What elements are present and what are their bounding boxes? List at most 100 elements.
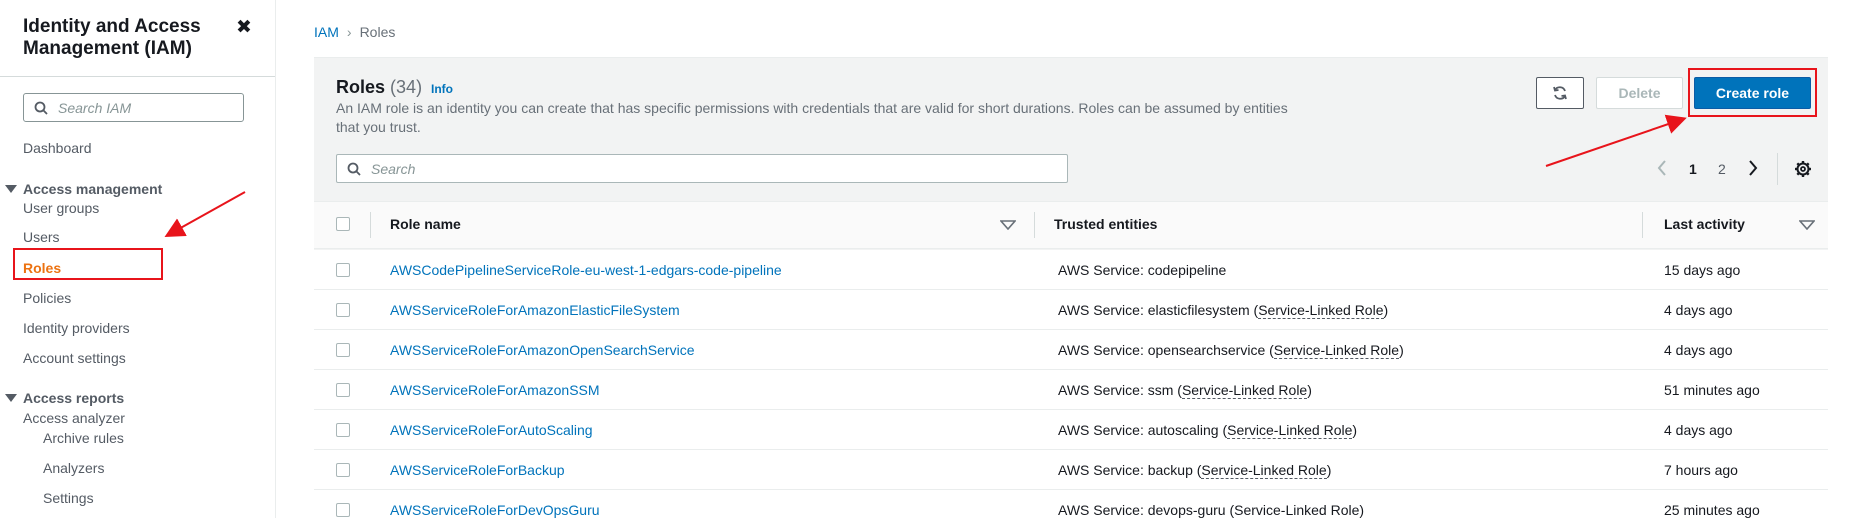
table-row: AWSServiceRoleForAmazonOpenSearchService… — [314, 330, 1828, 370]
annotation-box-roles — [13, 248, 163, 280]
role-name-link[interactable]: AWSServiceRoleForAmazonSSM — [390, 382, 600, 398]
roles-title: Roles (34) — [336, 77, 422, 98]
trust-suffix: ) — [1307, 382, 1312, 398]
column-header-trusted-entities[interactable]: Trusted entities — [1054, 216, 1157, 232]
trust-text: AWS Service: opensearchservice ( — [1058, 342, 1274, 358]
row-checkbox[interactable] — [336, 463, 350, 477]
trust-text: AWS Service: codepipeline — [1058, 262, 1227, 278]
table-row: AWSServiceRoleForAmazonSSM AWS Service: … — [314, 370, 1828, 410]
table-row: AWSServiceRoleForAmazonElasticFileSystem… — [314, 290, 1828, 330]
last-activity: 4 days ago — [1664, 302, 1733, 318]
column-divider — [1642, 212, 1643, 238]
sidebar-title: Identity and Access Management (IAM) — [23, 16, 201, 59]
search-icon — [34, 101, 48, 115]
sidebar-section-access-management[interactable]: Access management — [5, 181, 162, 197]
column-header-role-name[interactable]: Role name — [390, 216, 461, 232]
sort-caret-icon[interactable] — [1799, 220, 1815, 230]
row-checkbox[interactable] — [336, 503, 350, 517]
sidebar-divider — [0, 76, 275, 77]
table-search — [336, 154, 1068, 183]
sidebar-item-archive-rules[interactable]: Archive rules — [43, 430, 124, 446]
sidebar-search-input[interactable] — [58, 98, 238, 118]
breadcrumb-iam-link[interactable]: IAM — [314, 24, 339, 40]
refresh-button[interactable] — [1536, 77, 1584, 109]
sidebar-item-policies[interactable]: Policies — [23, 290, 71, 306]
column-header-last-activity[interactable]: Last activity — [1664, 216, 1745, 232]
breadcrumb-current: Roles — [359, 24, 396, 40]
table-row: AWSCodePipelineServiceRole-eu-west-1-edg… — [314, 250, 1828, 290]
trusted-entity: AWS Service: opensearchservice (Service-… — [1058, 342, 1404, 359]
row-checkbox[interactable] — [336, 303, 350, 317]
sidebar-item-dashboard[interactable]: Dashboard — [23, 140, 92, 156]
table-search-input[interactable] — [371, 159, 1051, 179]
page-2[interactable]: 2 — [1718, 161, 1726, 177]
pager-divider — [1777, 153, 1778, 185]
service-linked-role-tooltip[interactable]: Service-Linked Role — [1258, 302, 1384, 319]
sidebar-item-account-settings[interactable]: Account settings — [23, 350, 126, 366]
sidebar-section-label: Access reports — [23, 390, 125, 406]
roles-count: (34) — [390, 77, 423, 97]
row-checkbox[interactable] — [336, 383, 350, 397]
sidebar-item-user-groups[interactable]: User groups — [23, 200, 99, 216]
chevron-right-icon[interactable] — [1747, 158, 1759, 178]
page-1[interactable]: 1 — [1689, 161, 1697, 177]
table-row: AWSServiceRoleForAutoScaling AWS Service… — [314, 410, 1828, 450]
last-activity: 25 minutes ago — [1664, 502, 1760, 518]
service-linked-role-tooltip[interactable]: Service-Linked Role — [1273, 342, 1400, 359]
service-linked-role-tooltip[interactable]: Service-Linked Role — [1227, 422, 1353, 439]
column-divider — [1034, 212, 1035, 238]
search-icon — [347, 162, 361, 176]
trust-text: AWS Service: backup ( — [1058, 462, 1202, 478]
sidebar-section-access-reports[interactable]: Access reports — [5, 390, 124, 406]
row-checkbox[interactable] — [336, 263, 350, 277]
last-activity: 15 days ago — [1664, 262, 1741, 278]
annotation-box-create-role — [1688, 68, 1817, 117]
trust-suffix: ) — [1399, 342, 1404, 358]
table-body: AWSCodePipelineServiceRole-eu-west-1-edg… — [314, 250, 1828, 518]
role-name-link[interactable]: AWSCodePipelineServiceRole-eu-west-1-edg… — [390, 262, 782, 278]
delete-button[interactable]: Delete — [1596, 77, 1683, 109]
trust-text: AWS Service: elasticfilesystem ( — [1058, 302, 1259, 318]
service-linked-role-tooltip[interactable]: Service-Linked Role — [1201, 462, 1327, 479]
last-activity: 4 days ago — [1664, 342, 1733, 358]
sidebar-item-analyzers[interactable]: Analyzers — [43, 460, 104, 476]
roles-description: An IAM role is an identity you can creat… — [336, 100, 1288, 135]
service-linked-role-tooltip[interactable]: Service-Linked Role — [1181, 382, 1308, 399]
sidebar-item-identity-providers[interactable]: Identity providers — [23, 320, 130, 336]
last-activity: 51 minutes ago — [1664, 382, 1760, 398]
caret-down-icon — [5, 185, 17, 193]
role-name-link[interactable]: AWSServiceRoleForAmazonOpenSearchService — [390, 342, 695, 358]
last-activity: 4 days ago — [1664, 422, 1733, 438]
sidebar-item-users[interactable]: Users — [23, 229, 60, 245]
trusted-entity: AWS Service: ssm (Service-Linked Role) — [1058, 382, 1312, 399]
sidebar-search — [23, 93, 244, 122]
sidebar-item-settings[interactable]: Settings — [43, 490, 94, 506]
role-name-link[interactable]: AWSServiceRoleForDevOpsGuru — [390, 502, 600, 518]
chevron-right-icon: › — [346, 24, 352, 40]
table-row: AWSServiceRoleForBackup AWS Service: bac… — [314, 450, 1828, 490]
iam-console: Identity and Access Management (IAM) ✖ D… — [0, 0, 1851, 518]
trust-suffix: ) — [1383, 302, 1389, 318]
trusted-entity: AWS Service: codepipeline — [1058, 262, 1226, 278]
chevron-left-icon[interactable] — [1656, 158, 1668, 178]
table-row: AWSServiceRoleForDevOpsGuru AWS Service:… — [314, 490, 1828, 518]
trusted-entity: AWS Service: autoscaling (Service-Linked… — [1058, 422, 1358, 439]
role-name-link[interactable]: AWSServiceRoleForBackup — [390, 462, 565, 478]
roles-title-text: Roles — [336, 77, 386, 97]
role-name-link[interactable]: AWSServiceRoleForAutoScaling — [390, 422, 593, 438]
close-icon[interactable]: ✖ — [236, 16, 252, 39]
caret-down-icon — [5, 394, 17, 402]
sidebar-item-access-analyzer[interactable]: Access analyzer — [23, 410, 125, 426]
sort-caret-icon[interactable] — [1000, 220, 1016, 230]
row-checkbox[interactable] — [336, 423, 350, 437]
trusted-entity: AWS Service: backup (Service-Linked Role… — [1058, 462, 1331, 479]
row-checkbox[interactable] — [336, 343, 350, 357]
trust-suffix: ) — [1352, 422, 1358, 438]
select-all-checkbox[interactable] — [336, 217, 350, 231]
info-link[interactable]: Info — [431, 82, 453, 96]
gear-icon[interactable] — [1794, 160, 1812, 178]
last-activity: 7 hours ago — [1664, 462, 1738, 478]
refresh-icon — [1553, 86, 1567, 100]
sidebar-section-label: Access management — [23, 181, 163, 197]
role-name-link[interactable]: AWSServiceRoleForAmazonElasticFileSystem — [390, 302, 680, 318]
